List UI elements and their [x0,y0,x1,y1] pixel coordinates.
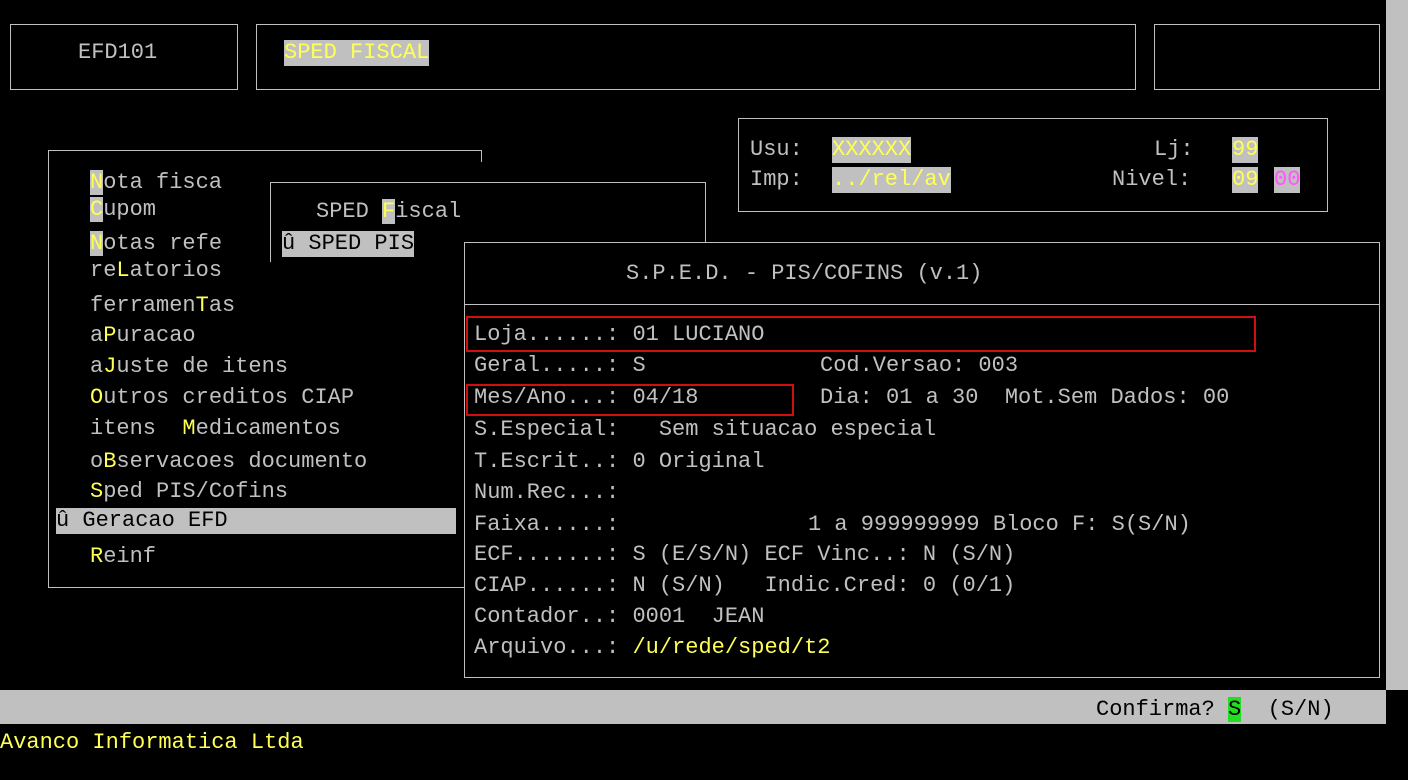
menu-item-itens-medicamentos[interactable]: itens Medicamentos [90,416,341,442]
menu-item-outros-creditos-ciap[interactable]: Outros creditos CIAP [90,385,354,411]
sped-submenu-item-fiscal[interactable]: SPED Fiscal [316,199,461,225]
usu-label: Usu: [750,137,803,162]
field-faixa-label[interactable]: Faixa.....: [474,512,619,538]
menu-item-geracao-efd[interactable]: û Geracao EFD [56,508,456,534]
lj-label: Lj: [1154,137,1194,162]
menu-item-relatorios[interactable]: reLatorios [90,258,222,284]
menu-item-notas-referenciadas[interactable]: Notas refe [90,231,222,257]
confirm-prompt: Confirma? S (S/N) [1096,697,1334,722]
menu-item-nota-fiscal[interactable]: Nota fisca [90,170,222,196]
field-geral[interactable]: Geral.....: S [474,353,646,379]
right-scrollbar[interactable] [1386,0,1408,690]
field-num-rec[interactable]: Num.Rec...: [474,480,619,506]
field-contador[interactable]: Contador..: 0001 JEAN [474,604,764,630]
dialog-title: S.P.E.D. - PIS/COFINS (v.1) [626,261,983,286]
field-cod-versao: Cod.Versao: 003 [820,353,1019,378]
menu-item-apuracao[interactable]: aPuracao [90,323,196,349]
field-dia-mot: Dia: 01 a 30 Mot.Sem Dados: 00 [820,385,1230,410]
lj-value: 99 [1232,137,1259,163]
menu-item-observacoes-documento[interactable]: oBservacoes documento [90,449,367,475]
field-faixa-value[interactable]: 1 a 999999999 Bloco F: S(S/N) [808,512,1191,538]
highlight-mes-ano [466,384,794,416]
nivel-value-a: 09 [1232,167,1259,193]
confirm-answer-input[interactable]: S [1228,697,1242,722]
menu-item-ferramentas[interactable]: ferramenTas [90,293,235,319]
nivel-value-b: 00 [1274,167,1301,193]
app-title: SPED FISCAL [284,40,430,66]
highlight-loja [466,316,1256,352]
usu-value: XXXXXX [832,137,912,163]
field-arquivo[interactable]: Arquivo...: /u/rede/sped/t2 [474,635,830,661]
imp-label: Imp: [750,167,803,192]
dialog-title-divider [464,304,1380,305]
nivel-label: Nivel: [1112,167,1192,192]
field-tipo-escrituracao[interactable]: T.Escrit..: 0 Original [474,449,764,475]
sped-submenu-item-pis[interactable]: û SPED PIS [282,231,415,257]
right-header-box [1154,24,1380,90]
menu-item-cupom[interactable]: Cupom [90,197,156,223]
user-info-box [738,118,1328,212]
field-situacao-especial[interactable]: S.Especial: Sem situacao especial [474,417,936,443]
field-ciap[interactable]: CIAP......: N (S/N) Indic.Cred: 0 (0/1) [474,573,1015,599]
program-code: EFD101 [78,40,158,65]
imp-value: ../rel/av [832,167,951,193]
menu-item-reinf[interactable]: Reinf [90,544,156,570]
main-menu-box-right-tick [481,150,482,162]
company-name: Avanco Informatica Ltda [0,730,304,755]
menu-item-sped-pis-cofins[interactable]: Sped PIS/Cofins [90,479,288,505]
field-ecf[interactable]: ECF.......: S (E/S/N) ECF Vinc..: N (S/N… [474,542,1015,568]
menu-item-ajuste-itens[interactable]: aJuste de itens [90,354,288,380]
